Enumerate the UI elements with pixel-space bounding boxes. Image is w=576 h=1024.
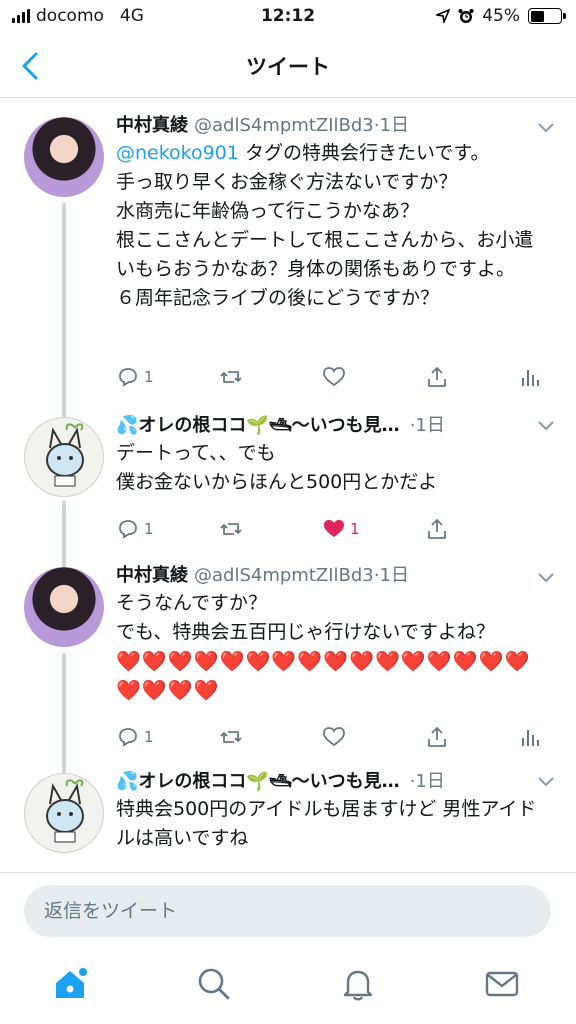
share-button[interactable] xyxy=(425,725,528,749)
tweet-header: 中村真綾 @adlS4mpmtZIlBd3 · 1日 xyxy=(116,113,528,139)
tweet-actions: 1 xyxy=(116,717,542,757)
chevron-down-icon[interactable] xyxy=(538,123,554,133)
tweet-actions: 1 1 xyxy=(116,509,528,549)
reply-button[interactable]: 1 xyxy=(116,517,219,541)
tweet[interactable]: 💦オレの根ココ🌱🛥〜いつも見… · 1日 特典会500円のアイドルも居ますけど … xyxy=(0,757,576,877)
reply-bar: 返信をツイート xyxy=(0,872,576,948)
display-name[interactable]: 💦オレの根ココ🌱🛥〜いつも見… xyxy=(116,413,400,439)
avatar[interactable] xyxy=(24,567,104,647)
analytics-icon xyxy=(522,730,539,746)
reply-icon xyxy=(119,728,137,747)
battery-fill xyxy=(530,10,544,22)
display-name[interactable]: 中村真綾 xyxy=(116,563,188,589)
share-button[interactable] xyxy=(425,517,528,541)
reply-count: 1 xyxy=(144,368,154,386)
tweet-header: 💦オレの根ココ🌱🛥〜いつも見… · 1日 xyxy=(116,413,528,439)
location-icon xyxy=(436,9,451,23)
like-button[interactable] xyxy=(322,725,425,749)
tab-home[interactable] xyxy=(52,966,92,1006)
tab-notifications[interactable] xyxy=(340,966,380,1006)
tab-messages[interactable] xyxy=(484,966,524,1006)
share-icon xyxy=(428,519,446,539)
timestamp: 1日 xyxy=(379,565,409,586)
timestamp: 1日 xyxy=(379,115,409,136)
analytics-button[interactable] xyxy=(518,365,542,389)
handle: @adlS4mpmtZIlBd3 xyxy=(194,115,374,136)
handle: @adlS4mpmtZIlBd3 xyxy=(194,565,374,586)
reply-button[interactable]: 1 xyxy=(116,365,219,389)
timestamp: 1日 xyxy=(415,771,445,792)
status-right: 45% xyxy=(436,6,566,26)
heart-icon xyxy=(323,367,345,387)
tweet-header: 中村真綾 @adlS4mpmtZIlBd3 · 1日 xyxy=(116,563,528,589)
retweet-icon xyxy=(220,731,242,743)
analytics-icon xyxy=(522,370,539,386)
tweet-body: タグの特典会行きたいです。 手っ取り早くお金稼ぐ方法ないですか？ 水商売に年齢偽… xyxy=(116,142,534,309)
reply-count: 1 xyxy=(144,728,154,746)
heart-emoji-row: ❤️❤️❤️❤️❤️❤️❤️❤️❤️❤️❤️❤️❤️❤️❤️❤️❤️❤️❤️❤️ xyxy=(116,649,531,702)
battery-icon xyxy=(528,8,566,24)
reply-input[interactable]: 返信をツイート xyxy=(24,885,551,937)
tweet-text: @nekoko901 タグの特典会行きたいです。 手っ取り早くお金稼ぐ方法ないで… xyxy=(116,139,552,313)
thread-line xyxy=(62,501,66,549)
mention-link[interactable]: @nekoko901 xyxy=(116,142,239,164)
thread-line xyxy=(62,549,66,567)
like-button[interactable]: 1 xyxy=(322,517,425,541)
cat-illustration-icon xyxy=(46,423,84,487)
heart-icon xyxy=(323,727,345,747)
retweet-button[interactable] xyxy=(219,365,322,389)
reply-button[interactable]: 1 xyxy=(116,725,219,749)
share-icon xyxy=(428,727,446,747)
retweet-icon xyxy=(220,523,242,535)
thread-line xyxy=(62,653,66,757)
retweet-icon xyxy=(220,371,242,383)
tweet[interactable]: 💦オレの根ココ🌱🛥〜いつも見… · 1日 デートって、、でも 僕お金ないからほん… xyxy=(0,401,576,549)
retweet-button[interactable] xyxy=(219,517,322,541)
analytics-button[interactable] xyxy=(518,725,542,749)
avatar[interactable] xyxy=(24,773,104,853)
reply-icon xyxy=(119,520,137,539)
search-icon xyxy=(198,968,230,1000)
avatar[interactable] xyxy=(24,117,104,197)
reply-count: 1 xyxy=(144,520,154,538)
retweet-button[interactable] xyxy=(219,725,322,749)
tweet-actions: 1 xyxy=(116,357,542,397)
tab-search[interactable] xyxy=(196,966,236,1006)
share-button[interactable] xyxy=(425,365,528,389)
like-count: 1 xyxy=(350,520,360,538)
alarm-icon xyxy=(458,9,474,23)
tweet-header: 💦オレの根ココ🌱🛥〜いつも見… · 1日 xyxy=(116,769,528,795)
nav-bar: ツイート xyxy=(0,34,576,98)
share-icon xyxy=(428,367,446,387)
tweet-text: そうなんですか？ でも、特典会五百円じゃ行けないですよね？ xyxy=(116,592,495,643)
home-icon xyxy=(56,968,87,998)
chevron-down-icon[interactable] xyxy=(538,573,554,583)
thread-line xyxy=(62,203,66,401)
thread-line xyxy=(62,401,66,417)
display-name[interactable]: 中村真綾 xyxy=(116,113,188,139)
cat-illustration-icon xyxy=(46,779,84,843)
bell-icon xyxy=(343,970,373,1001)
page-title: ツイート xyxy=(246,55,330,79)
heart-filled-icon xyxy=(324,520,344,537)
display-name[interactable]: 💦オレの根ココ🌱🛥〜いつも見… xyxy=(116,769,400,795)
timestamp: 1日 xyxy=(415,415,445,436)
avatar[interactable] xyxy=(24,417,104,497)
chevron-down-icon[interactable] xyxy=(538,421,554,431)
tab-bar xyxy=(0,948,576,1024)
thread-line xyxy=(62,757,66,773)
tweet-text: デートって、、でも 僕お金ないからほんと500円とかだよ xyxy=(116,442,438,493)
mail-icon xyxy=(485,971,519,997)
battery-percent: 45% xyxy=(482,6,520,26)
chevron-down-icon[interactable] xyxy=(538,777,554,787)
reply-icon xyxy=(119,368,137,387)
tweet[interactable]: 中村真綾 @adlS4mpmtZIlBd3 · 1日 @nekoko901 タグ… xyxy=(0,99,576,401)
status-bar: docomo 4G 12:12 45% xyxy=(0,0,576,34)
tweet-thread: 中村真綾 @adlS4mpmtZIlBd3 · 1日 @nekoko901 タグ… xyxy=(0,99,576,877)
tweet[interactable]: 中村真綾 @adlS4mpmtZIlBd3 · 1日 そうなんですか？ でも、特… xyxy=(0,549,576,757)
tweet-text: 特典会500円のアイドルも居ますけど 男性アイドルは高いですね xyxy=(116,798,537,849)
like-button[interactable] xyxy=(322,365,425,389)
